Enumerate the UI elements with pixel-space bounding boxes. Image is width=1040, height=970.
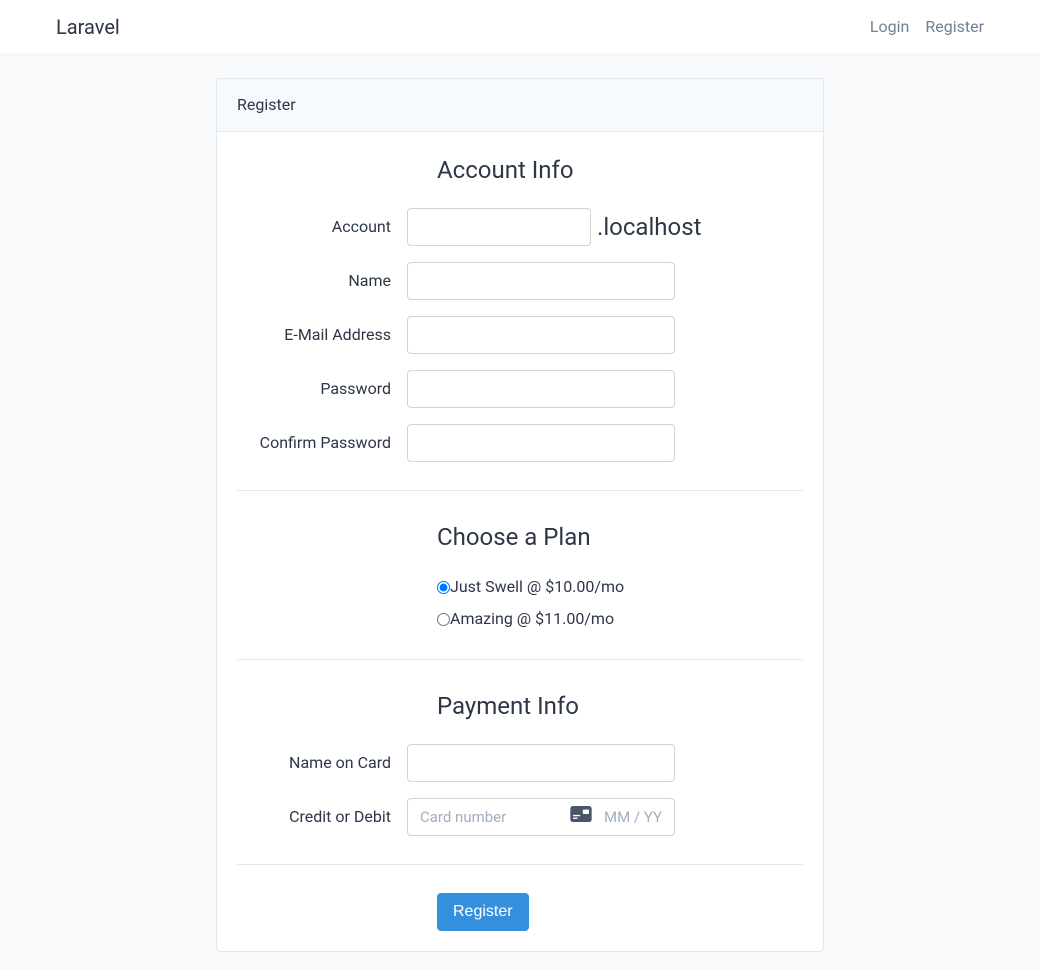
brand-link[interactable]: Laravel bbox=[56, 12, 120, 42]
choose-plan-heading: Choose a Plan bbox=[437, 519, 803, 555]
login-link[interactable]: Login bbox=[870, 15, 909, 39]
plan-radio-just-swell[interactable] bbox=[437, 581, 450, 594]
plan-radio-amazing[interactable] bbox=[437, 613, 450, 626]
card-expiry-placeholder: MM / YY bbox=[604, 806, 662, 829]
register-card: Register Account Info Account .localhost… bbox=[216, 78, 824, 952]
account-label: Account bbox=[237, 215, 407, 239]
divider bbox=[237, 659, 803, 660]
name-input[interactable] bbox=[407, 262, 675, 300]
confirm-password-label: Confirm Password bbox=[237, 431, 407, 455]
card-icon bbox=[570, 805, 592, 829]
password-label: Password bbox=[237, 377, 407, 401]
plan-label: Just Swell @ $10.00/mo bbox=[450, 575, 624, 599]
payment-info-heading: Payment Info bbox=[437, 688, 803, 724]
account-info-heading: Account Info bbox=[437, 152, 803, 188]
name-on-card-label: Name on Card bbox=[237, 751, 407, 775]
card-header: Register bbox=[217, 79, 823, 132]
plan-label: Amazing @ $11.00/mo bbox=[450, 607, 614, 631]
register-button[interactable]: Register bbox=[437, 893, 529, 931]
name-label: Name bbox=[237, 269, 407, 293]
password-input[interactable] bbox=[407, 370, 675, 408]
card-number-placeholder: Card number bbox=[420, 806, 506, 829]
plan-option[interactable]: Just Swell @ $10.00/mo bbox=[437, 575, 803, 599]
divider bbox=[237, 490, 803, 491]
plan-option[interactable]: Amazing @ $11.00/mo bbox=[437, 607, 803, 631]
register-link[interactable]: Register bbox=[925, 15, 984, 39]
credit-debit-label: Credit or Debit bbox=[237, 805, 407, 829]
account-input[interactable] bbox=[407, 208, 591, 246]
email-label: E-Mail Address bbox=[237, 323, 407, 347]
email-input[interactable] bbox=[407, 316, 675, 354]
navbar: Laravel Login Register bbox=[0, 0, 1040, 54]
account-suffix: .localhost bbox=[597, 209, 701, 245]
confirm-password-input[interactable] bbox=[407, 424, 675, 462]
card-element[interactable]: Card number MM / YY bbox=[407, 798, 675, 836]
name-on-card-input[interactable] bbox=[407, 744, 675, 782]
divider bbox=[237, 864, 803, 865]
